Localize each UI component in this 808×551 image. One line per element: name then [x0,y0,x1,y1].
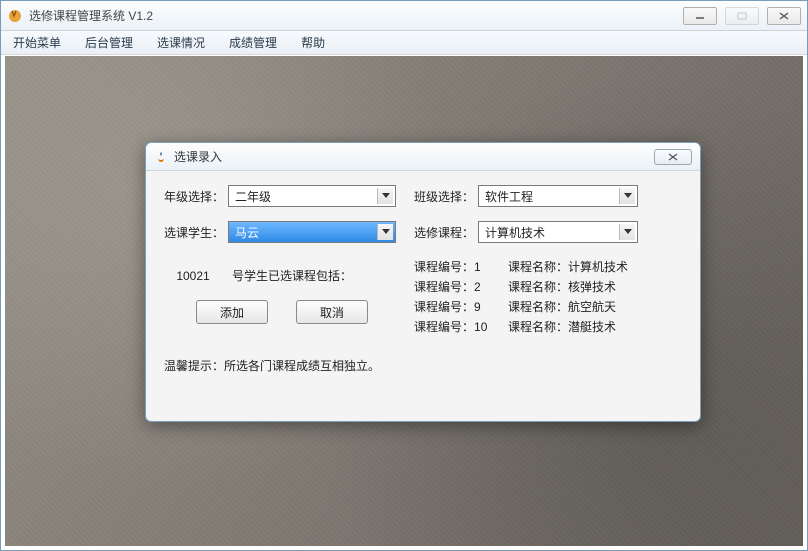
class-select-value: 软件工程 [485,188,533,205]
chevron-down-icon [619,224,635,240]
chevron-down-icon [377,188,393,204]
menu-start[interactable]: 开始菜单 [7,32,67,53]
row-student-course: 选课学生： 马云 选修课程： 计算机技术 [164,221,682,243]
window-controls [683,7,801,25]
main-window: 选修课程管理系统 V1.2 开始菜单 后台管理 选课情况 成绩管理 帮助 选课录… [0,0,808,551]
label-student: 选课学生： [164,224,228,241]
label-class: 班级选择： [414,188,478,205]
maximize-button [725,7,759,25]
grade-select-value: 二年级 [235,188,271,205]
content-area: 选课录入 年级选择： 二年级 班级选择： 软件工程 [5,56,803,546]
left-column: 10021 号学生已选课程包括： 添加 取消 [164,257,404,337]
cancel-button[interactable]: 取消 [296,300,368,324]
row-grade-class: 年级选择： 二年级 班级选择： 软件工程 [164,185,682,207]
student-select[interactable]: 马云 [228,221,396,243]
list-item: 课程编号：2 课程名称：核弹技术 [414,277,682,297]
chevron-down-icon [377,224,393,240]
title-bar: 选修课程管理系统 V1.2 [1,1,807,31]
menu-admin[interactable]: 后台管理 [79,32,139,53]
menu-selection[interactable]: 选课情况 [151,32,211,53]
student-info-row: 10021 号学生已选课程包括： [164,267,404,284]
list-item: 课程编号：9 课程名称：航空航天 [414,297,682,317]
grade-select[interactable]: 二年级 [228,185,396,207]
mid-section: 10021 号学生已选课程包括： 添加 取消 课程编号：1 课程名称：计算机技术 [164,257,682,337]
close-button[interactable] [767,7,801,25]
menu-bar: 开始菜单 后台管理 选课情况 成绩管理 帮助 [1,31,807,55]
student-id: 10021 [164,269,222,283]
hint-text: 温馨提示：所选各门课程成绩互相独立。 [164,357,682,374]
menu-grades[interactable]: 成绩管理 [223,32,283,53]
label-grade: 年级选择： [164,188,228,205]
chevron-down-icon [619,188,635,204]
course-select[interactable]: 计算机技术 [478,221,638,243]
add-button[interactable]: 添加 [196,300,268,324]
app-icon [7,8,23,24]
label-course: 选修课程： [414,224,478,241]
menu-help[interactable]: 帮助 [295,32,331,53]
course-entry-dialog: 选课录入 年级选择： 二年级 班级选择： 软件工程 [145,142,701,422]
list-item: 课程编号：1 课程名称：计算机技术 [414,257,682,277]
student-courses-label: 号学生已选课程包括： [232,267,352,284]
dialog-close-button[interactable] [654,149,692,165]
student-select-value: 马云 [235,224,259,241]
button-row: 添加 取消 [196,300,404,324]
minimize-button[interactable] [683,7,717,25]
dialog-title: 选课录入 [174,148,654,165]
course-select-value: 计算机技术 [485,224,545,241]
dialog-title-bar: 选课录入 [146,143,700,171]
class-select[interactable]: 软件工程 [478,185,638,207]
course-list: 课程编号：1 课程名称：计算机技术 课程编号：2 课程名称：核弹技术 课程编号：… [404,257,682,337]
window-title: 选修课程管理系统 V1.2 [29,7,683,24]
list-item: 课程编号：10 课程名称：潜艇技术 [414,317,682,337]
java-icon [154,150,168,164]
dialog-body: 年级选择： 二年级 班级选择： 软件工程 选课学生： 马云 [146,171,700,384]
